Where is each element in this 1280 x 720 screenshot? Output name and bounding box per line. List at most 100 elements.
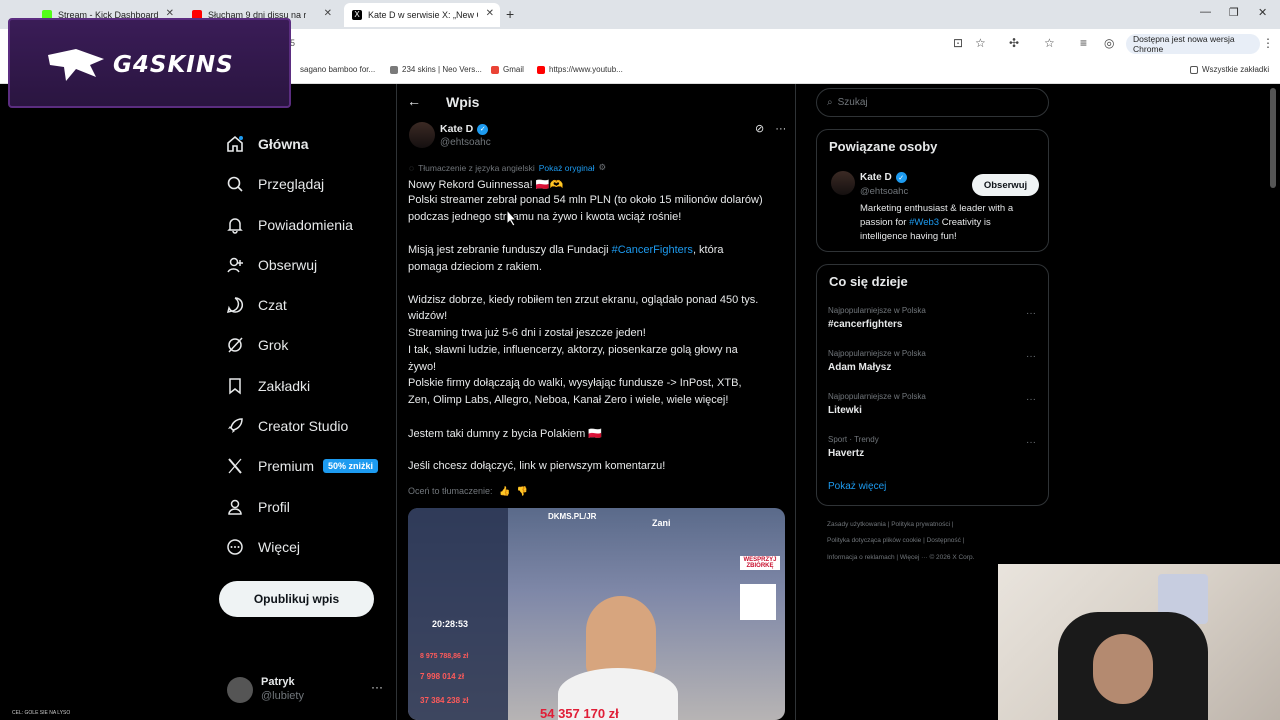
wolf-logo-icon (48, 49, 104, 81)
related-name-row[interactable]: Kate D ✓ (860, 172, 907, 183)
related-bio: Marketing enthusiast & leader with a pas… (860, 202, 1038, 244)
bio-text: intelligence having fun! (860, 231, 957, 242)
avatar[interactable] (831, 171, 855, 195)
account-menu-icon[interactable]: ··· (371, 680, 383, 694)
follow-button[interactable]: Obserwuj (972, 174, 1039, 196)
trend-category: Najpopularniejsze w Polska (828, 349, 926, 358)
trend-more-icon[interactable]: ··· (1026, 351, 1036, 362)
show-more-link[interactable]: Pokaż więcej (828, 481, 886, 492)
profile-icon[interactable]: ◎ (1104, 36, 1114, 50)
sidebar-item-label: Główna (258, 136, 309, 152)
hashtag-link[interactable]: #Web3 (909, 217, 939, 228)
post-button[interactable]: Opublikuj wpis (219, 581, 374, 617)
page-title: Wpis (446, 94, 480, 110)
tweet-text-line: Polskie firmy dołączają do walki, wysyła… (408, 377, 742, 389)
sidebar-item-bookmarks[interactable]: Zakładki (226, 375, 310, 397)
tweet-text-line: żywo! (408, 361, 437, 373)
minimize-icon[interactable]: — (1200, 6, 1211, 18)
close-icon[interactable]: ✕ (486, 8, 494, 19)
sidebar-item-label: Przeglądaj (258, 176, 325, 192)
hashtag-link[interactable]: #CancerFighters (612, 244, 693, 256)
tweet-text-line: Misją jest zebranie funduszy dla Fundacj… (408, 244, 724, 256)
update-chrome-button[interactable]: Dostępna jest nowa wersja Chrome (1126, 34, 1260, 54)
qr-code-icon (740, 584, 776, 620)
trend-item[interactable]: Adam Małysz (828, 362, 891, 373)
settings-icon[interactable]: ⚙ (599, 162, 607, 173)
thumbs-up-icon[interactable]: 👍 (499, 486, 510, 496)
bio-text: passion for (860, 217, 910, 228)
sidebar-item-profile[interactable]: Profil (226, 496, 290, 518)
scrollbar[interactable] (1270, 88, 1276, 188)
footer-links[interactable]: Zasady użytkowania | Polityka prywatnośc… (827, 521, 954, 528)
show-original-link[interactable]: Pokaż oryginał (539, 163, 595, 173)
bookmark-item[interactable]: sagano bamboo for... (300, 65, 375, 74)
amount-label: 8 975 788,86 zł (420, 653, 469, 660)
footer-links[interactable]: Informacja o reklamach | Więcej ··· © 20… (827, 554, 974, 561)
sidebar-item-notifications[interactable]: Powiadomienia (226, 214, 353, 236)
sidebar-item-grok[interactable]: Grok (226, 334, 288, 356)
restore-icon[interactable]: ❐ (1229, 6, 1239, 19)
sidebar-item-premium[interactable]: Premium 50% zniżki (226, 455, 379, 477)
author-avatar[interactable] (409, 122, 435, 148)
bookmark-star-icon[interactable]: ☆ (1044, 36, 1055, 50)
footer-links[interactable]: Polityka dotycząca plików cookie | Dostę… (827, 537, 964, 544)
bookmark-label: 234 skins | Neo Vers... (402, 65, 482, 74)
translate-icon: ◌ (409, 162, 415, 173)
trend-category: Sport · Trendy (828, 435, 879, 444)
sidebar-item-label: Zakładki (258, 378, 311, 394)
sidebar-item-label: Grok (258, 337, 289, 353)
trend-item[interactable]: Havertz (828, 448, 864, 459)
install-icon[interactable]: ⊡ (953, 36, 963, 50)
column-divider (795, 84, 796, 720)
bookmark-item[interactable]: https://www.youtub... (537, 65, 623, 74)
trend-more-icon[interactable]: ··· (1026, 437, 1036, 448)
translation-notice: ◌ Tłumaczenie z języka angielski Pokaż o… (409, 162, 606, 173)
new-tab-icon[interactable]: + (506, 6, 514, 22)
bookmark-item[interactable]: Gmail (491, 65, 524, 74)
star-icon[interactable]: ☆ (975, 36, 986, 50)
trend-more-icon[interactable]: ··· (1026, 394, 1036, 405)
sidebar-item-creator-studio[interactable]: Creator Studio (226, 415, 348, 437)
all-bookmarks[interactable]: Wszystkie zakładki (1190, 65, 1269, 74)
bookmark-item[interactable]: 234 skins | Neo Vers... (390, 65, 482, 74)
back-arrow-icon[interactable]: ← (407, 93, 421, 109)
avatar[interactable] (227, 677, 253, 703)
column-divider (396, 84, 397, 720)
more-options-icon[interactable]: ··· (775, 123, 786, 135)
menu-dots-icon[interactable]: ⋮ (1262, 36, 1274, 50)
sidebar-item-chat[interactable]: Czat (226, 294, 287, 316)
grok-explain-icon[interactable]: ⊘ (755, 123, 764, 135)
tab-x-post[interactable]: X Kate D w serwisie X: „New Guin ✕ (344, 3, 500, 27)
stream-site-label: DKMS.PL/JR (548, 512, 597, 521)
sidebar-item-follow[interactable]: Obserwuj (226, 254, 317, 276)
thumbs-down-icon[interactable]: 👎 (517, 486, 528, 496)
amount-label: 7 998 014 zł (420, 672, 465, 681)
x-logo-icon (226, 457, 244, 475)
sidebar-item-label: Powiadomienia (258, 217, 353, 233)
bookmark-label: sagano bamboo for... (300, 65, 376, 74)
sidebar-item-explore[interactable]: Przeglądaj (226, 173, 324, 195)
amount-label: 37 384 238 zł (420, 696, 469, 705)
close-icon[interactable]: ✕ (324, 8, 332, 19)
panel-title: Powiązane osoby (829, 139, 938, 154)
media-controls-icon[interactable]: ≡ (1080, 36, 1087, 50)
person-image (586, 596, 656, 676)
x-favicon-icon: X (352, 10, 362, 20)
trend-more-icon[interactable]: ··· (1026, 308, 1036, 319)
trend-item[interactable]: Litewki (828, 405, 862, 416)
related-handle: @ehtsoahc (860, 186, 909, 197)
panel-title: Co się dzieje (829, 274, 908, 289)
sidebar-item-more[interactable]: Więcej (226, 536, 300, 558)
sidebar-item-label: Creator Studio (258, 418, 349, 434)
mouse-cursor-icon (506, 209, 518, 227)
sidebar-item-home[interactable]: Główna (226, 133, 309, 155)
author-name-row[interactable]: Kate D ✓ (440, 123, 489, 135)
stream-goal-note: CEL: GOLE SIE NA LYSO (12, 710, 71, 716)
search-input[interactable]: ⌕ Szukaj (816, 88, 1049, 117)
author-name: Kate D (440, 123, 474, 135)
bookmark-label: https://www.youtub... (549, 65, 623, 74)
window-close-icon[interactable]: ✕ (1258, 6, 1267, 19)
trend-item[interactable]: #cancerfighters (828, 319, 902, 330)
tweet-media-image[interactable]: DKMS.PL/JR Zani 20:28:53 8 975 788,86 zł… (408, 508, 785, 720)
extensions-icon[interactable]: ✣ (1009, 36, 1019, 50)
